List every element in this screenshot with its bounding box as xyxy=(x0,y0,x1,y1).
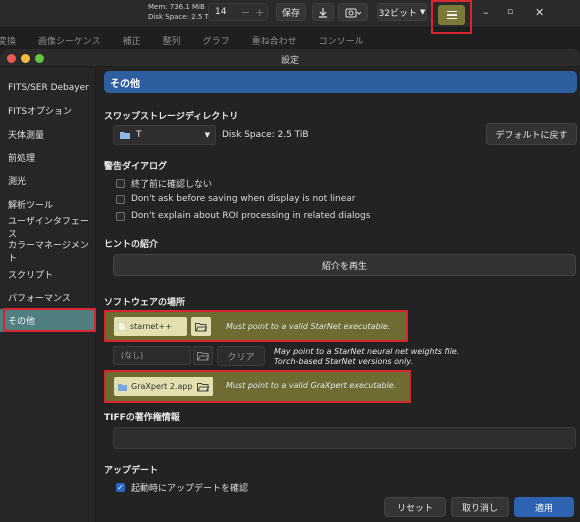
checkbox[interactable] xyxy=(116,179,125,188)
settings-sidebar: FITS/SER Debayer FITSオプション 天体測量 前処理 測光 解… xyxy=(0,68,96,522)
maximize-icon[interactable]: ▫ xyxy=(507,7,513,17)
swap-dir-value: T xyxy=(136,130,142,140)
file-icon xyxy=(118,322,126,331)
sidebar-item-photometry[interactable]: 測光 xyxy=(0,169,95,192)
folder-open-icon xyxy=(197,382,209,391)
menu-strip: 変換 画像シーケンス 補正 整列 グラフ 重ね合わせ コンソール xyxy=(0,34,580,48)
settings-content: その他 スワップストレージディレクトリ T ▼ Disk Space: 2.5 … xyxy=(104,70,577,494)
sidebar-item-ui[interactable]: ユーザインタフェース xyxy=(0,216,95,240)
warning-option-label: 終了前に確認しない xyxy=(131,180,213,190)
page-title: その他 xyxy=(104,71,577,93)
save-button[interactable]: 保存 xyxy=(276,3,306,21)
swap-dir-select[interactable]: T ▼ xyxy=(113,125,216,145)
checkbox-checked[interactable]: ✓ xyxy=(116,483,125,492)
dialog-titlebar: 設定 xyxy=(0,49,580,67)
chevron-down-icon: ▼ xyxy=(204,131,210,139)
sidebar-item-color[interactable]: カラーマネージメント xyxy=(0,239,95,264)
bit-depth-value: 32ビット xyxy=(378,8,418,19)
sidebar-item-debayer[interactable]: FITS/SER Debayer xyxy=(0,76,95,99)
stepper-plus[interactable]: + xyxy=(253,6,267,19)
memory-label: Mem: 736.1 MiB xyxy=(148,3,205,11)
weights-note: May point to a StarNet neural net weight… xyxy=(274,347,459,367)
swap-section-title: スワップストレージディレクトリ xyxy=(104,112,239,122)
weights-path-placeholder: (なし) xyxy=(121,351,144,360)
sidebar-item-performance[interactable]: パフォーマンス xyxy=(0,286,95,309)
stepper-minus[interactable]: − xyxy=(238,6,252,19)
sidebar-highlight xyxy=(3,308,96,332)
replay-hints-button[interactable]: 紹介を再生 xyxy=(113,254,576,276)
close-icon[interactable]: ✕ xyxy=(535,6,544,19)
tiff-copyright-input[interactable] xyxy=(113,427,576,449)
graxpert-path-value: GraXpert 2.app xyxy=(131,382,193,391)
download-icon xyxy=(319,7,327,18)
warning-section-title: 警告ダイアログ xyxy=(104,162,168,172)
warning-option-label: Don't ask before saving when display is … xyxy=(131,194,356,204)
camera-icon xyxy=(345,8,361,17)
weights-note-line: Torch-based StarNet versions only. xyxy=(274,357,413,366)
folder-open-icon xyxy=(197,351,209,360)
folder-open-icon xyxy=(195,322,207,331)
clear-button[interactable]: クリア xyxy=(217,346,265,366)
sidebar-item-scripts[interactable]: スクリプト xyxy=(0,262,95,285)
disk-label: Disk Space: 2.5 TiB xyxy=(148,13,216,21)
menu-item[interactable]: グラフ xyxy=(203,34,230,48)
weights-note-line: May point to a StarNet neural net weight… xyxy=(274,347,460,356)
reset-default-button[interactable]: デフォルトに戻す xyxy=(486,123,577,145)
sidebar-item-astrometry[interactable]: 天体測量 xyxy=(0,123,95,146)
settings-dialog: 設定 FITS/SER Debayer FITSオプション 天体測量 前処理 測… xyxy=(0,49,580,522)
zoom-stepper[interactable]: 14 − + xyxy=(208,3,268,21)
minimize-icon[interactable]: – xyxy=(483,6,489,19)
warning-option[interactable]: Don't ask before saving when display is … xyxy=(116,194,356,204)
menu-item[interactable]: 補正 xyxy=(123,34,141,48)
snapshot-button[interactable] xyxy=(338,3,368,21)
hints-section-title: ヒントの紹介 xyxy=(104,240,159,250)
stepper-value[interactable]: 14 xyxy=(209,7,238,17)
cancel-button[interactable]: 取り消し xyxy=(451,497,509,517)
starnet-path-field[interactable]: starnet++ xyxy=(114,317,187,336)
folder-icon xyxy=(120,132,130,139)
swap-disk-space: Disk Space: 2.5 TiB xyxy=(222,130,309,140)
software-section-title: ソフトウェアの場所 xyxy=(104,298,186,308)
menu-item[interactable]: 重ね合わせ xyxy=(252,34,297,48)
tiff-section-title: TIFFの著作権情報 xyxy=(104,413,180,423)
main-toolbar: Mem: 736.1 MiB Disk Space: 2.5 TiB 14 − … xyxy=(0,0,580,34)
checkbox[interactable] xyxy=(116,194,125,204)
hamburger-icon xyxy=(446,10,457,13)
graxpert-note: Must point to a valid GraXpert executabl… xyxy=(226,381,397,390)
starnet-path-value: starnet++ xyxy=(130,322,172,331)
weights-path-field[interactable]: (なし) xyxy=(113,346,191,365)
starnet-browse-button[interactable] xyxy=(191,317,211,336)
download-button[interactable] xyxy=(312,3,334,21)
apply-button[interactable]: 適用 xyxy=(514,497,574,517)
update-check-option[interactable]: ✓ 起動時にアップデートを確認 xyxy=(116,481,248,494)
update-check-label: 起動時にアップデートを確認 xyxy=(131,484,249,494)
menu-item[interactable]: コンソール xyxy=(319,34,364,48)
update-section-title: アップデート xyxy=(104,466,159,476)
hamburger-highlight xyxy=(431,0,472,34)
memory-info: Mem: 736.1 MiB Disk Space: 2.5 TiB xyxy=(148,2,215,22)
graxpert-browse-button[interactable] xyxy=(193,377,213,396)
dialog-title: 設定 xyxy=(280,56,299,66)
sidebar-item-fits[interactable]: FITSオプション xyxy=(0,99,95,122)
warning-option[interactable]: Don't explain about ROI processing in re… xyxy=(116,211,370,221)
warning-option-label: Don't explain about ROI processing in re… xyxy=(131,211,371,221)
starnet-note: Must point to a valid StarNet executable… xyxy=(226,322,391,331)
bit-depth-select[interactable]: 32ビット ▼ xyxy=(377,3,427,21)
chevron-down-icon: ▼ xyxy=(420,8,426,16)
sidebar-item-analysis[interactable]: 解析ツール xyxy=(0,192,95,215)
menu-item[interactable]: 変換 xyxy=(0,34,16,48)
warning-option[interactable]: 終了前に確認しない xyxy=(116,177,212,190)
menu-item[interactable]: 整列 xyxy=(163,34,181,48)
menu-item[interactable]: 画像シーケンス xyxy=(38,34,101,48)
checkbox[interactable] xyxy=(116,211,125,221)
weights-browse-button[interactable] xyxy=(193,346,213,365)
reset-button[interactable]: リセット xyxy=(384,497,446,517)
hamburger-menu-button[interactable] xyxy=(438,5,465,25)
sidebar-item-preprocessing[interactable]: 前処理 xyxy=(0,146,95,169)
app-icon xyxy=(118,383,127,391)
